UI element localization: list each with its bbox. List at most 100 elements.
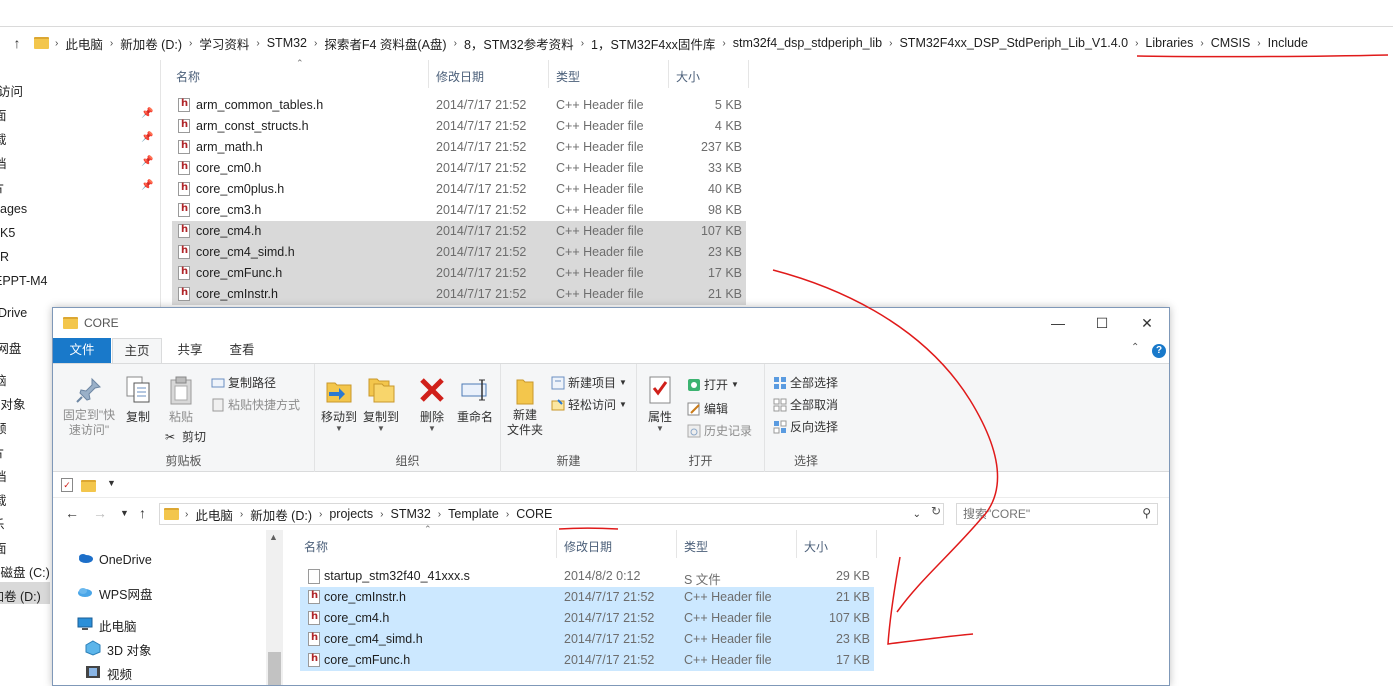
pin-quick-access-button[interactable]: 固定到"快速访问" [59,374,119,438]
sidebar-item[interactable]: S网盘 [0,338,21,357]
recent-dropdown-icon[interactable]: ▼ [120,508,129,518]
list-item-selected[interactable]: core_cmInstr.h 2014/7/17 21:52 C++ Heade… [300,587,874,608]
select-all-button[interactable]: 全部选择 [773,374,838,391]
folder-icon[interactable] [81,480,96,492]
sidebar-item[interactable]: 载 [0,129,7,148]
sidebar-item[interactable]: 面 [0,105,7,124]
column-header-date[interactable]: 修改日期 [564,538,612,555]
list-item[interactable]: arm_math.h 2014/7/17 21:52 C++ Header fi… [172,137,746,158]
customize-dropdown-icon[interactable]: ▼ [107,478,116,488]
tab-view[interactable]: 查看 [217,338,267,363]
breadcrumb-item[interactable]: 新加卷 (D:) [244,505,318,524]
sidebar-item[interactable]: 片 [0,177,5,196]
nav-item-videos[interactable]: 视频 [85,664,132,683]
sidebar-item[interactable]: 访问 [0,81,23,100]
breadcrumb-item[interactable]: 此电脑 [189,505,239,524]
address-dropdown-icon[interactable]: ⌄ [913,509,921,520]
sidebar-item[interactable]: D 对象 [0,394,26,413]
breadcrumb-item[interactable]: STM32 [261,36,313,50]
list-item[interactable]: core_cm3.h 2014/7/17 21:52 C++ Header fi… [172,200,746,221]
sidebar-item[interactable]: 载 [0,490,7,509]
title-bar[interactable]: CORE — ☐ ✕ [53,308,1169,338]
list-item-selected[interactable]: core_cm4_simd.h 2014/7/17 21:52 C++ Head… [172,242,746,263]
breadcrumb-item[interactable]: 新加卷 (D:) [114,34,188,53]
select-none-button[interactable]: 全部取消 [773,396,838,413]
search-box[interactable]: ⚲ [956,503,1158,525]
search-icon[interactable]: ⚲ [1142,506,1151,520]
paste-shortcut-button[interactable]: 粘贴快捷方式 [211,396,300,413]
sidebar-item[interactable]: K5 [0,226,15,240]
breadcrumb-item[interactable]: 学习资料 [193,34,255,53]
column-divider[interactable] [676,530,677,558]
nav-item-onedrive[interactable]: OneDrive [77,552,152,567]
forward-arrow-icon[interactable]: → [93,505,107,521]
refresh-icon[interactable]: ↻ [928,504,944,522]
minimize-icon[interactable]: — [1043,313,1073,333]
sidebar-item[interactable]: 乐 [0,514,5,533]
sidebar-item[interactable]: 档 [0,153,7,172]
list-item-selected[interactable]: core_cmInstr.h 2014/7/17 21:52 C++ Heade… [172,284,746,305]
sidebar-item[interactable]: 面 [0,538,7,557]
easy-access-button[interactable]: 轻松访问 ▼ [551,396,627,413]
breadcrumb-item[interactable]: STM32 [384,507,436,521]
sidebar-item[interactable]: ages [0,202,27,216]
copy-to-button[interactable]: 复制到 ▼ [361,374,401,433]
breadcrumb-item[interactable]: stm32f4_dsp_stdperiph_lib [727,36,888,50]
column-header-type[interactable]: 类型 [684,538,708,555]
tab-home[interactable]: 主页 [112,338,162,363]
column-header-date[interactable]: 修改日期 [436,68,484,85]
copy-path-button[interactable]: 复制路径 [211,374,276,391]
search-input[interactable] [963,507,1123,521]
nav-item-wps[interactable]: WPS网盘 [77,584,152,603]
column-divider[interactable] [548,60,549,88]
scrollbar-thumb[interactable] [268,652,281,685]
breadcrumb-item[interactable]: 8，STM32参考资料 [458,34,580,53]
nav-scrollbar[interactable]: ▲ [266,530,283,685]
list-item-selected[interactable]: core_cmFunc.h 2014/7/17 21:52 C++ Header… [300,650,874,671]
help-icon[interactable]: ? [1152,344,1166,358]
maximize-icon[interactable]: ☐ [1087,313,1117,333]
breadcrumb-item-current[interactable]: CORE [510,507,558,521]
column-divider[interactable] [668,60,669,88]
sidebar-item[interactable]: 地磁盘 (C:) [0,562,50,581]
list-item[interactable]: core_cm0plus.h 2014/7/17 21:52 C++ Heade… [172,179,746,200]
breadcrumb-item[interactable]: STM32F4xx_DSP_StdPeriph_Lib_V1.4.0 [893,36,1134,50]
move-to-button[interactable]: 移动到 ▼ [319,374,359,433]
breadcrumb-item[interactable]: 此电脑 [59,34,109,53]
list-item-selected[interactable]: core_cm4_simd.h 2014/7/17 21:52 C++ Head… [300,629,874,650]
list-item-selected[interactable]: core_cm4.h 2014/7/17 21:52 C++ Header fi… [172,221,746,242]
sidebar-item[interactable]: R [0,250,9,264]
delete-button[interactable]: 删除 ▼ [415,374,449,433]
edit-button[interactable]: 编辑 [687,400,728,417]
up-arrow-icon[interactable]: ↑ [0,35,34,51]
column-header-size[interactable]: 大小 [804,538,828,555]
scroll-up-icon[interactable]: ▲ [269,532,278,542]
back-arrow-icon[interactable]: ← [65,505,79,521]
sidebar-item[interactable]: Drive [0,306,27,320]
properties-small-icon[interactable]: ✓ [61,478,73,492]
history-button[interactable]: 历史记录 [687,422,752,439]
column-divider[interactable] [876,530,877,558]
open-button[interactable]: 打开 ▼ [687,376,739,393]
chevron-up-icon[interactable]: ⌃ [1131,342,1139,353]
cut-button[interactable]: ✂ 剪切 [165,428,206,445]
column-divider[interactable] [748,60,749,88]
breadcrumb-item[interactable]: projects [323,507,379,521]
sidebar-item[interactable]: 档 [0,466,7,485]
sidebar-item[interactable]: EPPT-M4 [0,274,48,288]
tab-share[interactable]: 共享 [165,338,215,363]
breadcrumb-item[interactable]: 1，STM32F4xx固件库 [585,34,721,53]
column-header-name[interactable]: 名称 [176,68,200,85]
sidebar-item-selected[interactable]: f加卷 (D:) [0,586,41,605]
copy-button[interactable]: 复制 [121,374,155,425]
list-item[interactable]: arm_const_structs.h 2014/7/17 21:52 C++ … [172,116,746,137]
sidebar-item[interactable]: 脑 [0,370,7,389]
column-header-type[interactable]: 类型 [556,68,580,85]
breadcrumb-item[interactable]: Template [442,507,505,521]
column-divider[interactable] [556,530,557,558]
close-icon[interactable]: ✕ [1132,313,1162,333]
rename-button[interactable]: 重命名 [453,374,497,425]
sidebar-item[interactable]: 片 [0,442,5,461]
breadcrumb-item[interactable]: CMSIS [1205,36,1257,50]
list-item[interactable]: core_cm0.h 2014/7/17 21:52 C++ Header fi… [172,158,746,179]
